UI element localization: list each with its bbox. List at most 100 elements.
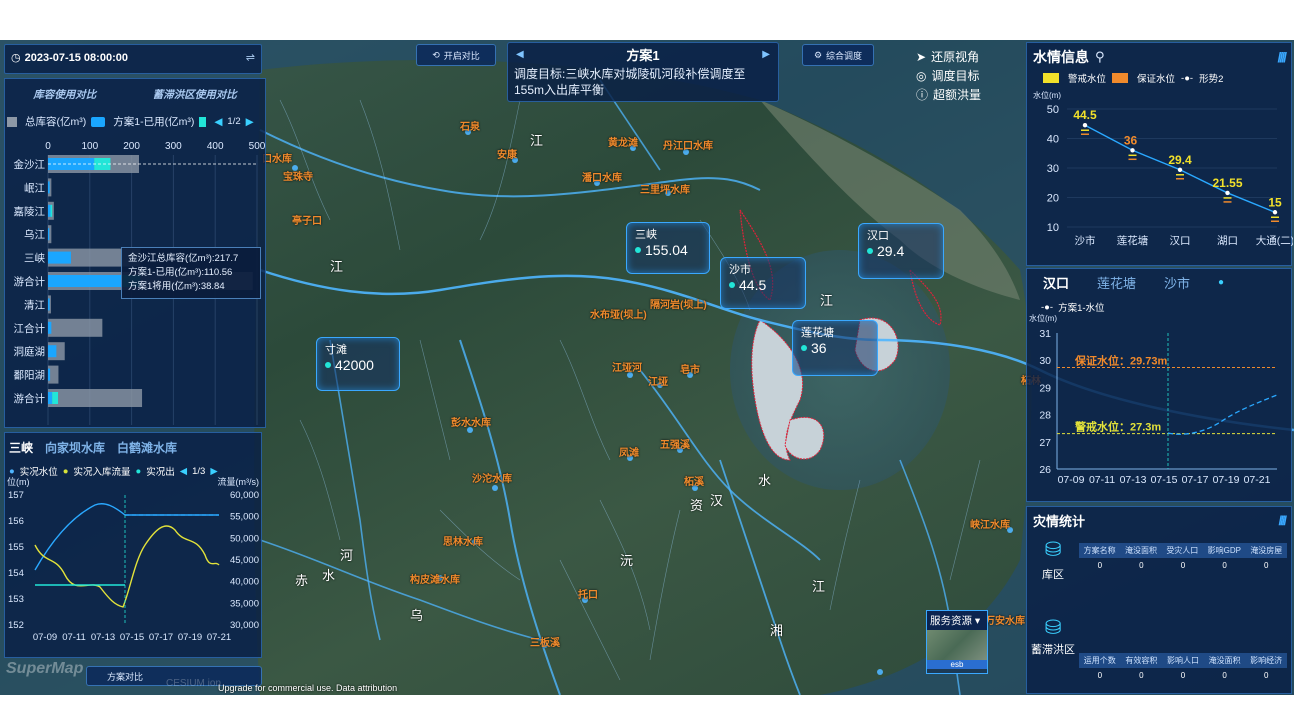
tab-hankou[interactable]: 汉口 — [1043, 273, 1069, 292]
filter-icon[interactable]: ⇌ — [246, 51, 255, 64]
tab-detention-area[interactable]: 蓄滞洪区使用对比 — [153, 87, 237, 102]
status-dot — [325, 362, 331, 368]
marker-icon: ● — [1218, 277, 1225, 288]
next-scheme-icon[interactable]: ▶ — [762, 49, 770, 60]
x-tick: 07-15 — [1151, 474, 1178, 486]
x-tick: 沙市 — [1075, 234, 1096, 247]
map-label-reservoir: 宝珠寺 — [283, 172, 313, 183]
x-tick: 07-21 — [207, 632, 231, 643]
map-label-reservoir: 潘口水库 — [582, 173, 622, 184]
bar-planned — [52, 392, 59, 404]
disaster-title: 灾情统计 — [1033, 514, 1086, 529]
next-page-icon[interactable]: ▶ — [246, 116, 254, 128]
y-tick: 30 — [1039, 355, 1051, 367]
category-label: 嘉陵江 — [14, 205, 46, 218]
data-point — [1177, 167, 1183, 172]
gauge-sanxia[interactable]: 三峡 155.04 — [626, 222, 710, 274]
legend-used-label: 方案1-已用(亿m³) — [113, 116, 195, 128]
detention-icon: ⛁ — [1044, 617, 1062, 639]
map-label-reservoir: 万安水库 — [985, 616, 1025, 627]
gauge-shashi[interactable]: 沙市 44.5 — [720, 257, 806, 309]
status-dot — [801, 345, 807, 351]
gauge-hankou[interactable]: 汉口 29.4 — [858, 223, 944, 279]
category-label: 游合计 — [14, 392, 46, 405]
tab-shashi[interactable]: 沙市 — [1164, 273, 1190, 292]
map-label-reservoir: 江垭河 — [612, 363, 642, 374]
table-header: 有效容积 — [1125, 656, 1158, 665]
map-label-reservoir: 柘溪 — [684, 477, 704, 488]
dispatch-target-button[interactable]: ◎ 调度目标 — [916, 67, 981, 86]
map-label-reservoir: 皂市 — [680, 365, 700, 376]
tick-label: 200 — [123, 141, 140, 152]
restore-view-button[interactable]: ➤ 还原视角 — [916, 48, 981, 67]
x-tick: 莲花塘 — [1117, 234, 1149, 247]
legend-swatch-guarantee — [1112, 73, 1129, 83]
data-point — [1225, 190, 1230, 196]
map-label-river: 沅 — [620, 553, 634, 568]
table-header: 运用个数 — [1083, 656, 1116, 665]
cesium-logo: CESIUM ion — [166, 678, 222, 689]
bar-used — [48, 321, 52, 334]
tab-reservoir-capacity[interactable]: 库容使用对比 — [33, 87, 96, 102]
y-tick-right: 45,000 — [230, 555, 259, 566]
x-tick: 07-13 — [1120, 474, 1147, 486]
station-panel: 汉口 莲花塘 沙市 ● -●- 方案1-水位 水位(m) 31 30 29 28 27 26… — [1026, 268, 1292, 502]
table-cell: 0 — [1180, 671, 1186, 680]
table-header: 影响GDP — [1207, 546, 1241, 555]
category-label: 游合计 — [14, 275, 46, 288]
attribution-link[interactable]: Upgrade for commercial use. Data attribu… — [218, 683, 397, 693]
tab-lianhuatang[interactable]: 莲花塘 — [1097, 273, 1136, 292]
table-cell: 0 — [1139, 561, 1144, 570]
map-label-river: 资 — [690, 498, 704, 513]
overflow-button[interactable]: ⓘ 超额洪量 — [916, 86, 981, 105]
map-label-reservoir: 五强溪 — [660, 440, 690, 451]
table-cell: 0 — [1139, 671, 1144, 680]
legend-swatch-total — [7, 116, 17, 127]
gauge-lianhuatang[interactable]: 莲花塘 36 — [792, 320, 878, 376]
prev-scheme-icon[interactable]: ◀ — [516, 49, 524, 60]
location-pin-icon: ⚲ — [1095, 49, 1105, 64]
comprehensive-dispatch-button[interactable]: ⚙ 综合调度 — [802, 44, 874, 66]
category-label: 乌江 — [24, 228, 45, 241]
category-label: 清江 — [24, 298, 45, 311]
gauge-name: 沙市 — [729, 264, 751, 276]
legend-total-label: 总库容(亿m³) — [25, 116, 87, 128]
service-resource-widget[interactable]: 服务资源 ▾ esb — [926, 610, 988, 674]
basemap-thumbnail[interactable] — [927, 630, 987, 660]
page-indicator: 1/2 — [227, 116, 241, 127]
tab-sanxia[interactable]: 三峡 — [9, 439, 33, 456]
compare-icon: ⟲ — [432, 49, 440, 60]
tooltip-line: 方案1将用(亿m³):38.84 — [128, 281, 225, 292]
datetime-text: 2023-07-15 08:00:00 — [24, 51, 128, 64]
y-tick-right: 55,000 — [230, 512, 259, 523]
clock-icon: ◷ — [11, 52, 21, 64]
data-point — [1272, 210, 1278, 215]
open-compare-button[interactable]: ⟲ 开启对比 — [416, 44, 496, 66]
reservoir-icon: ⛁ — [1044, 539, 1062, 561]
gauge-cuntan[interactable]: 寸滩 42000 — [316, 337, 400, 391]
gauge-name: 寸滩 — [325, 344, 347, 356]
tab-xiangjiaba[interactable]: 向家坝水库 — [45, 439, 105, 456]
bar-used — [48, 345, 57, 358]
tick-label: 0 — [45, 141, 51, 152]
y-tick-right: 50,000 — [230, 533, 259, 544]
category-label: 金沙江 — [14, 158, 46, 171]
bar-used — [48, 251, 71, 264]
tab-baihetan[interactable]: 白鹤滩水库 — [117, 439, 177, 456]
data-point — [1130, 148, 1135, 153]
y-tick-left: 153 — [8, 594, 24, 605]
bar-used — [48, 298, 50, 311]
map-label-river: 江 — [812, 579, 826, 594]
legend-swatch-used — [91, 116, 106, 127]
prev-page-icon[interactable]: ◀ — [214, 116, 222, 128]
water-info-title: 水情信息 — [1033, 49, 1089, 65]
map-label-river: 赤 — [295, 573, 309, 588]
scheme-description: 调度目标:三峡水库对城陵矶河段补偿调度至155m入出库平衡 — [514, 67, 746, 97]
y-tick-left: 157 — [8, 490, 24, 501]
detention-stats-table: 运用个数 有效容积 影响人口 淹没面积 影响经济 0 0 0 0 0 — [1079, 653, 1287, 683]
x-tick: 07-13 — [91, 632, 115, 643]
comprehensive-label: 综合调度 — [826, 50, 863, 61]
bar-total — [48, 318, 103, 337]
y-tick-right: 40,000 — [230, 577, 259, 588]
status-dot — [867, 248, 873, 254]
